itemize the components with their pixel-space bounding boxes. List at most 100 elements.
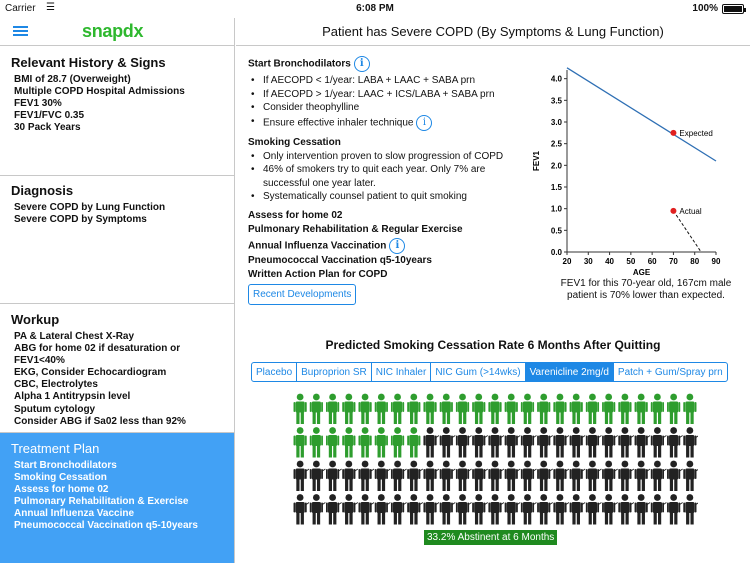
tab-bupropion[interactable]: Buproprion SR bbox=[297, 363, 372, 381]
main-panel: Patient has Severe COPD (By Symptoms & L… bbox=[236, 18, 750, 563]
smoker-person-icon bbox=[488, 460, 505, 491]
workup-item: FEV1<40% bbox=[14, 355, 65, 367]
smoker-person-icon bbox=[326, 460, 342, 491]
info-icon[interactable]: i bbox=[389, 237, 406, 254]
smoker-person-icon bbox=[618, 460, 635, 491]
abstinent-person-icon bbox=[390, 393, 405, 424]
influenza-item-text: Annual Influenza Vaccination bbox=[248, 240, 387, 252]
smoker-person-icon bbox=[309, 460, 326, 491]
smoker-person-icon bbox=[342, 460, 359, 491]
x-tick-label: 60 bbox=[648, 257, 657, 266]
smoker-person-icon bbox=[537, 427, 553, 458]
history-section[interactable]: Relevant History & Signs BMI of 28.7 (Ov… bbox=[0, 48, 234, 176]
smoker-person-icon bbox=[618, 494, 635, 525]
treatment-item: Start Bronchodilators bbox=[14, 460, 117, 471]
expected-line bbox=[566, 67, 717, 162]
list-item-text: 46% of smokers try to quit each year. On… bbox=[263, 164, 486, 175]
status-time: 6:08 PM bbox=[356, 3, 394, 14]
workup-list: PA & Lateral Chest X-Ray ABG for home 02… bbox=[11, 331, 234, 428]
smoker-person-icon bbox=[342, 494, 359, 525]
abstinent-person-icon bbox=[293, 393, 307, 424]
list-item: Ensure effective inhaler techniquei bbox=[248, 114, 543, 131]
workup-item: CBC, Electrolytes bbox=[14, 379, 98, 391]
diagnosis-section[interactable]: Diagnosis Severe COPD by Lung Function S… bbox=[0, 176, 234, 304]
recent-developments-button[interactable]: Recent Developments bbox=[248, 284, 357, 305]
tab-nic-gum[interactable]: NIC Gum (>14wks) bbox=[431, 363, 526, 381]
abstinent-person-icon bbox=[520, 393, 535, 424]
decline-projection-line bbox=[673, 210, 702, 253]
tab-patch-gum[interactable]: Patch + Gum/Spray prn bbox=[614, 363, 727, 381]
y-tick-label: 4.0 bbox=[551, 75, 563, 84]
list-item: 46% of smokers try to quit each year. On… bbox=[248, 163, 543, 190]
treatment-list: Start Bronchodilators Smoking Cessation … bbox=[11, 460, 234, 532]
x-tick-label: 30 bbox=[584, 257, 593, 266]
abstinent-person-icon bbox=[650, 393, 664, 424]
people-pictogram bbox=[293, 393, 698, 525]
status-bar: Carrier ☰ 6:08 PM 100% bbox=[0, 0, 750, 18]
y-tick-label: 2.5 bbox=[551, 140, 563, 149]
abstinent-person-icon bbox=[309, 427, 323, 458]
abstinent-person-icon bbox=[553, 393, 567, 424]
treatment-item: Pulmonary Rehabilitation & Exercise bbox=[14, 496, 189, 507]
history-list: BMI of 28.7 (Overweight) Multiple COPD H… bbox=[11, 74, 234, 134]
treatment-item: Annual Influenza Vaccine bbox=[14, 508, 135, 519]
list-item-text: Ensure effective inhaler technique bbox=[263, 117, 414, 129]
diagnosis-list: Severe COPD by Lung Function Severe COPD… bbox=[11, 202, 234, 226]
therapy-segmented-control: Placebo Buproprion SR NIC Inhaler NIC Gu… bbox=[251, 362, 728, 382]
y-axis-label: FEV1 bbox=[532, 150, 541, 171]
abstinent-person-icon bbox=[634, 393, 648, 424]
data-point-label: Actual bbox=[679, 207, 701, 216]
history-item: Multiple COPD Hospital Admissions bbox=[14, 86, 185, 97]
abstinent-person-icon bbox=[602, 393, 616, 424]
abstinent-person-icon bbox=[326, 393, 340, 424]
smoker-person-icon bbox=[683, 494, 698, 525]
x-tick-label: 70 bbox=[669, 257, 678, 266]
action-plan-item: Written Action Plan for COPD bbox=[248, 269, 388, 281]
abstinent-person-icon bbox=[667, 393, 681, 424]
info-icon[interactable]: i bbox=[416, 114, 433, 131]
smoker-person-icon bbox=[553, 460, 570, 491]
history-title: Relevant History & Signs bbox=[11, 55, 166, 70]
abstinent-person-icon bbox=[358, 393, 372, 424]
abstinent-person-icon bbox=[569, 393, 583, 424]
diagnosis-item: Severe COPD by Symptoms bbox=[14, 214, 147, 225]
smoker-person-icon bbox=[585, 427, 602, 458]
tab-varenicline[interactable]: Varenicline 2mg/d bbox=[525, 363, 614, 381]
hamburger-menu-icon[interactable] bbox=[13, 26, 28, 37]
smoker-person-icon bbox=[569, 494, 586, 525]
treatment-section-selected[interactable]: Treatment Plan Start Bronchodilators Smo… bbox=[0, 433, 234, 563]
smoker-person-icon bbox=[374, 494, 391, 525]
smoker-person-icon bbox=[455, 427, 472, 458]
tab-placebo[interactable]: Placebo bbox=[252, 363, 298, 381]
abstinent-person-icon bbox=[390, 427, 405, 458]
abstinent-person-icon bbox=[472, 393, 486, 424]
abstinent-person-icon bbox=[358, 427, 372, 458]
history-item: FEV1 30% bbox=[14, 98, 62, 109]
abstinent-person-icon bbox=[423, 393, 437, 424]
page-title: Patient has Severe COPD (By Symptoms & L… bbox=[236, 18, 750, 46]
smoker-person-icon bbox=[683, 427, 698, 458]
fev1-age-chart: 0.0 0.5 1.0 1.5 2.0 2.5 3.0 3.5 4.0 20 30 40 50 60 70 8… bbox=[532, 67, 721, 277]
workup-item: Consider ABG if Sa02 less than 92% bbox=[14, 415, 186, 427]
smoker-person-icon bbox=[553, 427, 570, 458]
smoker-person-icon bbox=[407, 494, 424, 525]
smoker-person-icon bbox=[488, 427, 505, 458]
smoker-person-icon bbox=[293, 460, 310, 491]
bronchodilators-heading: Start Bronchodilators i bbox=[248, 56, 543, 72]
y-tick-label: 1.5 bbox=[551, 183, 563, 192]
smoker-person-icon bbox=[472, 427, 489, 458]
info-icon[interactable]: i bbox=[353, 56, 370, 72]
treatment-title: Treatment Plan bbox=[11, 441, 100, 456]
workup-section[interactable]: Workup PA & Lateral Chest X-Ray ABG for … bbox=[0, 304, 234, 433]
app-logo: snapdx bbox=[82, 21, 144, 41]
smoker-person-icon bbox=[504, 460, 521, 491]
tab-nic-inhaler[interactable]: NIC Inhaler bbox=[372, 363, 432, 381]
abstinent-person-icon bbox=[342, 427, 356, 458]
smoker-person-icon bbox=[553, 494, 570, 525]
smoker-person-icon bbox=[504, 427, 521, 458]
smoker-person-icon bbox=[650, 427, 667, 458]
abstinent-person-icon bbox=[326, 427, 340, 458]
treatment-plan-details: Start Bronchodilatorsi If AECOPD < 1/yea… bbox=[248, 56, 543, 283]
sidebar: snapdx Relevant History & Signs BMI of 2… bbox=[0, 18, 235, 563]
y-tick-label: 3.0 bbox=[551, 118, 563, 127]
